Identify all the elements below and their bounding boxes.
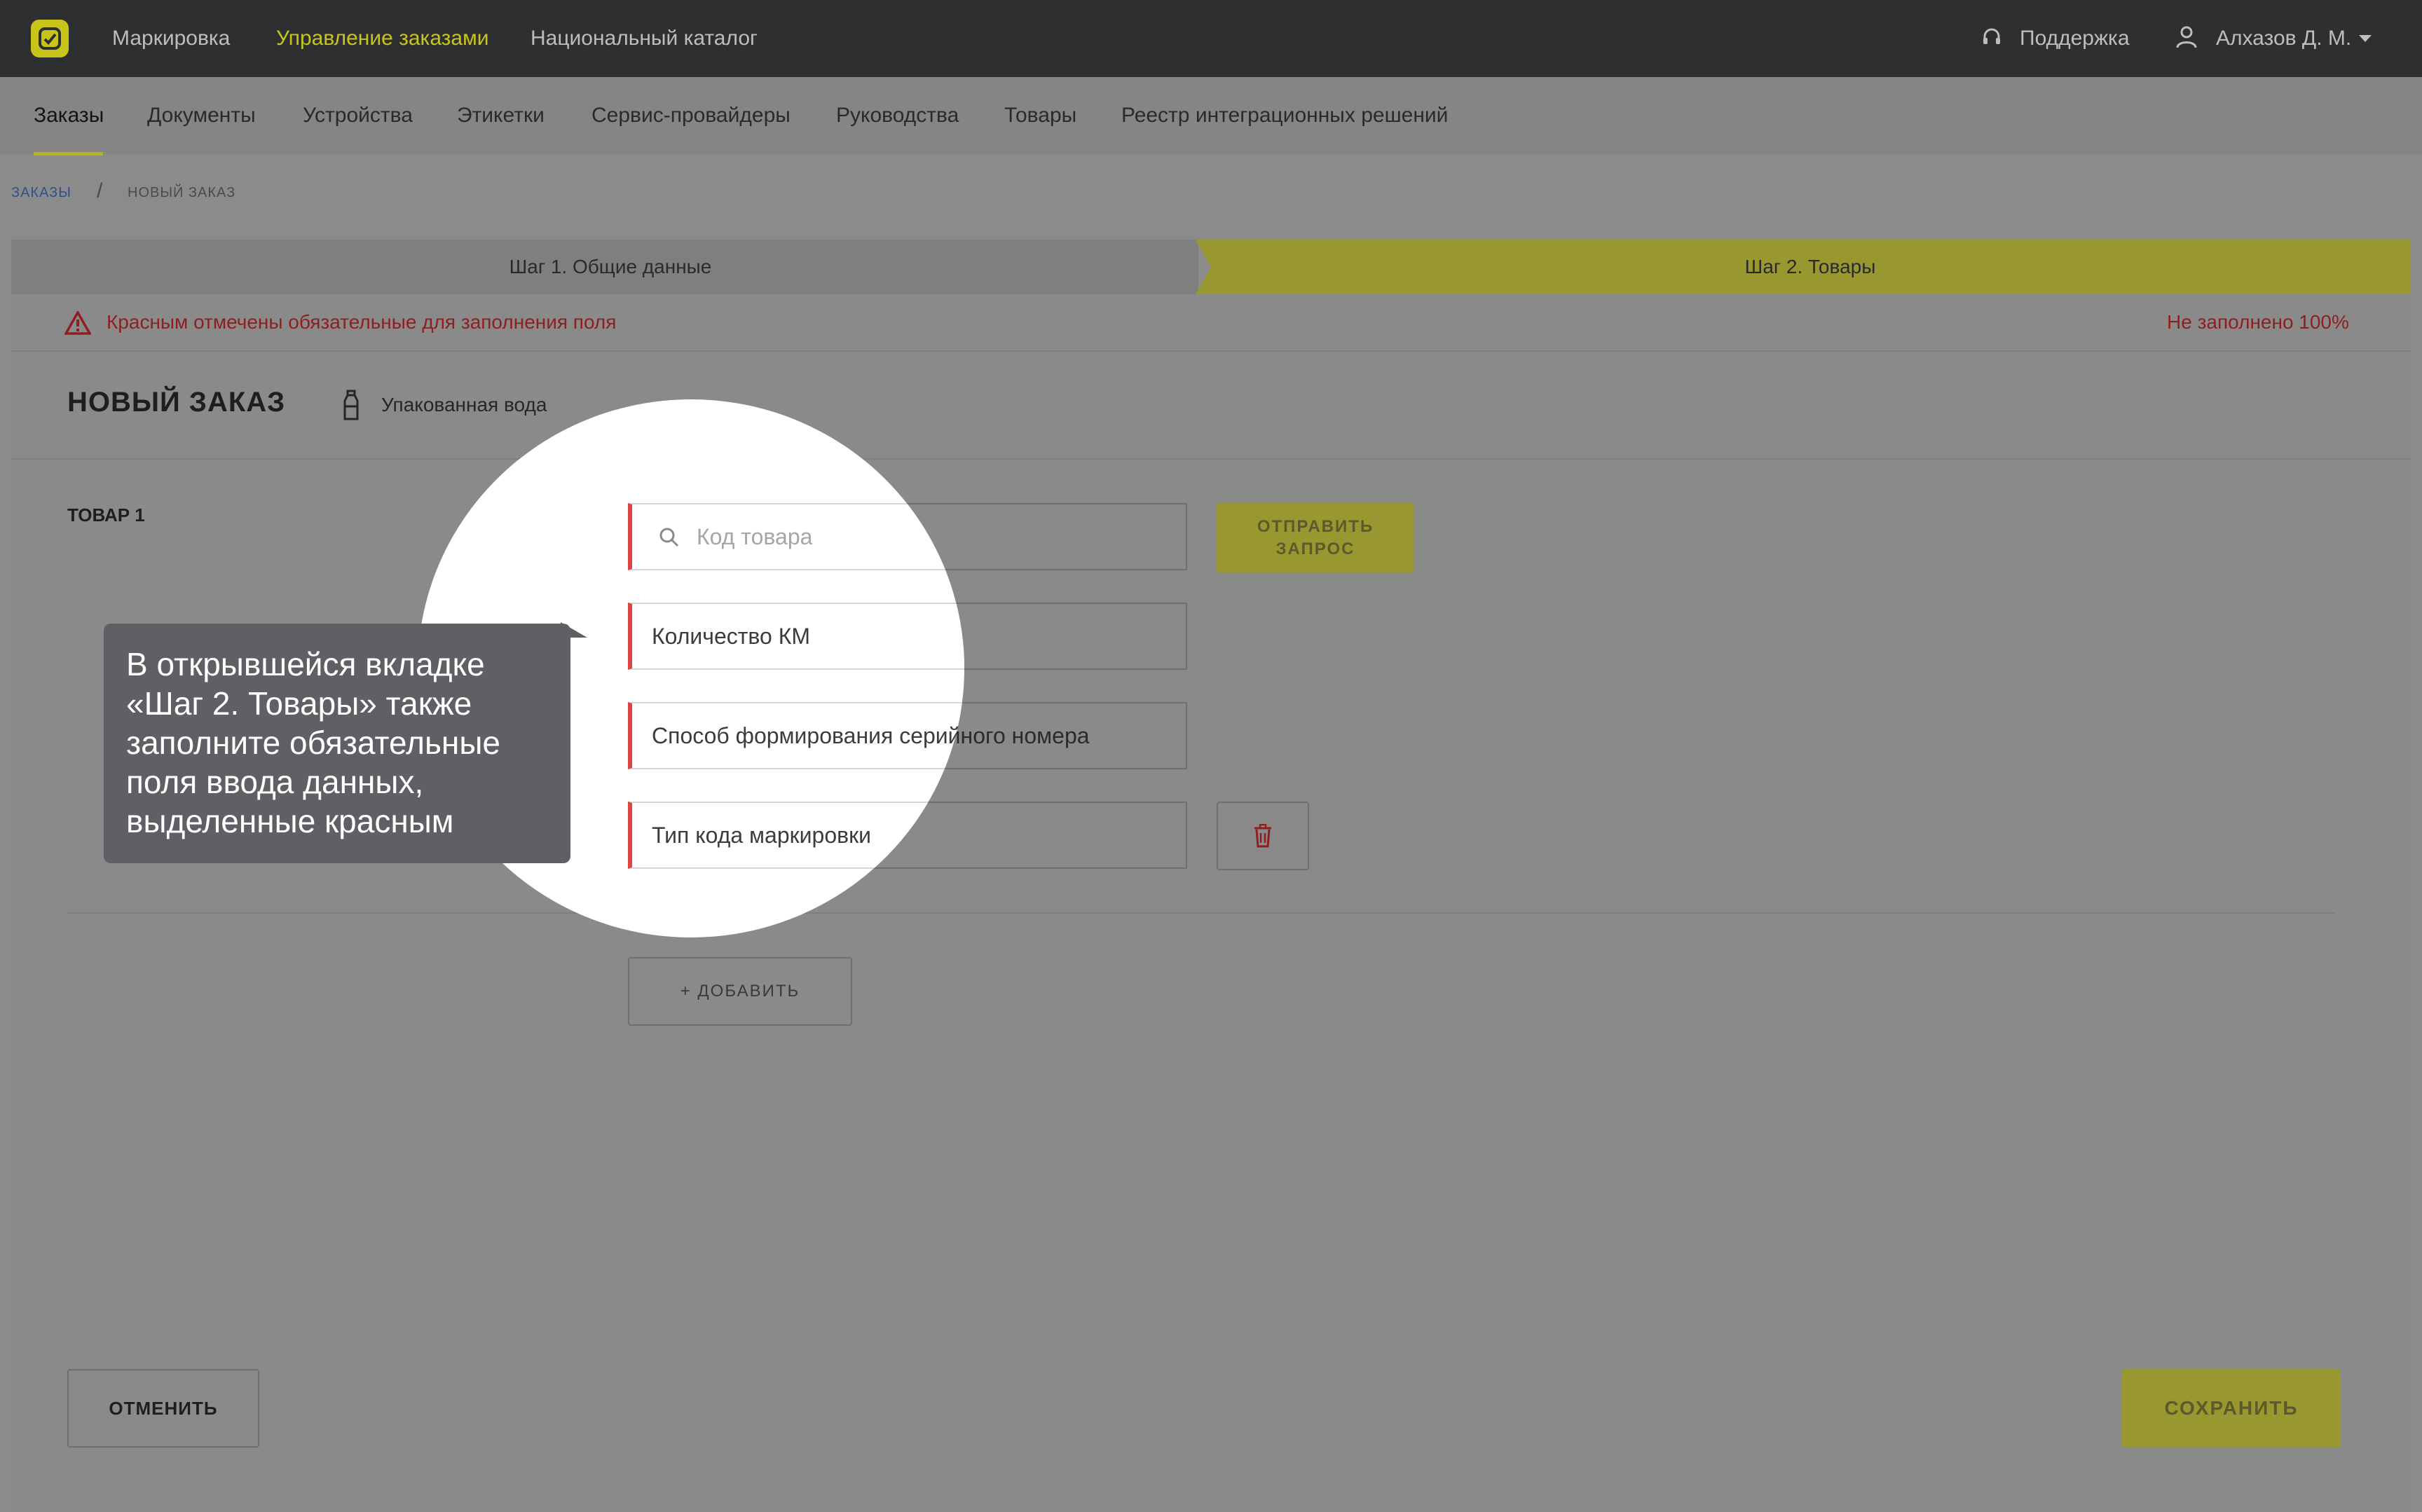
user-icon[interactable]: [2175, 25, 2198, 49]
warning-icon: [63, 310, 93, 335]
step-1-label[interactable]: Шаг 1. Общие данные: [11, 240, 1210, 294]
tab-integration-registry[interactable]: Реестр интеграционных решений: [1121, 77, 1448, 154]
send-request-button[interactable]: ОТПРАВИТЬ ЗАПРОС: [1217, 503, 1414, 573]
code-type-select[interactable]: Тип кода маркировки i ⌄: [628, 802, 964, 869]
bottle-icon: [342, 390, 360, 422]
app-logo[interactable]: [31, 20, 69, 57]
headset-icon[interactable]: [1980, 27, 2003, 49]
km-quantity-label: Количество КМ: [652, 624, 811, 649]
code-type-label: Тип кода маркировки: [652, 823, 871, 848]
tab-service-providers[interactable]: Сервис-провайдеры: [591, 77, 791, 154]
product-code-placeholder: Код товара: [697, 524, 813, 549]
support-link[interactable]: Поддержка: [2020, 0, 2130, 77]
breadcrumb-separator: /: [97, 179, 104, 202]
sub-navigation: Заказы Документы Устройства Этикетки Сер…: [0, 77, 2422, 154]
search-icon: [659, 527, 680, 548]
order-form-card: [11, 352, 2411, 1512]
trash-icon: [1253, 823, 1273, 848]
warning-text: Красным отмечены обязательные для заполн…: [107, 311, 617, 333]
topnav-national-catalog[interactable]: Национальный каталог: [531, 0, 758, 77]
tab-devices[interactable]: Устройства: [303, 77, 413, 154]
item-label: ТОВАР 1: [67, 504, 145, 525]
page-title: НОВЫЙ ЗАКАЗ: [67, 387, 286, 418]
divider: [67, 912, 2335, 914]
topnav-marking[interactable]: Маркировка: [112, 0, 230, 77]
serial-method-select[interactable]: Способ формирования серийного номера i ⌄: [628, 702, 964, 769]
add-item-button[interactable]: + ДОБАВИТЬ: [628, 957, 852, 1026]
breadcrumb-orders[interactable]: ЗАКАЗЫ: [11, 185, 71, 201]
km-quantity-field[interactable]: Количество КМ i: [628, 603, 964, 670]
caret-down-icon[interactable]: [2359, 35, 2372, 42]
user-menu[interactable]: Алхазов Д. М.: [2216, 0, 2351, 77]
tab-labels[interactable]: Этикетки: [457, 77, 545, 154]
fill-progress: Не заполнено 100%: [2167, 311, 2349, 333]
serial-method-label: Способ формирования серийного номера: [652, 723, 964, 748]
tab-documents[interactable]: Документы: [147, 77, 256, 154]
save-button[interactable]: СОХРАНИТЬ: [2122, 1369, 2341, 1448]
product-code-field[interactable]: Код товара i: [628, 503, 964, 570]
onboarding-tooltip: В открывшейся вкладке «Шаг 2. Товары» та…: [104, 624, 570, 863]
divider: [11, 458, 2411, 460]
tab-guides[interactable]: Руководства: [836, 77, 959, 154]
tab-orders[interactable]: Заказы: [34, 77, 104, 154]
active-tab-indicator: [34, 152, 103, 156]
tab-products[interactable]: Товары: [1004, 77, 1076, 154]
topnav-order-management[interactable]: Управление заказами: [276, 0, 489, 77]
breadcrumb-current: НОВЫЙ ЗАКАЗ: [128, 185, 236, 200]
delete-item-button[interactable]: [1217, 802, 1309, 870]
step-2-label[interactable]: Шаг 2. Товары: [1210, 240, 2411, 294]
cancel-button[interactable]: ОТМЕНИТЬ: [67, 1369, 259, 1448]
